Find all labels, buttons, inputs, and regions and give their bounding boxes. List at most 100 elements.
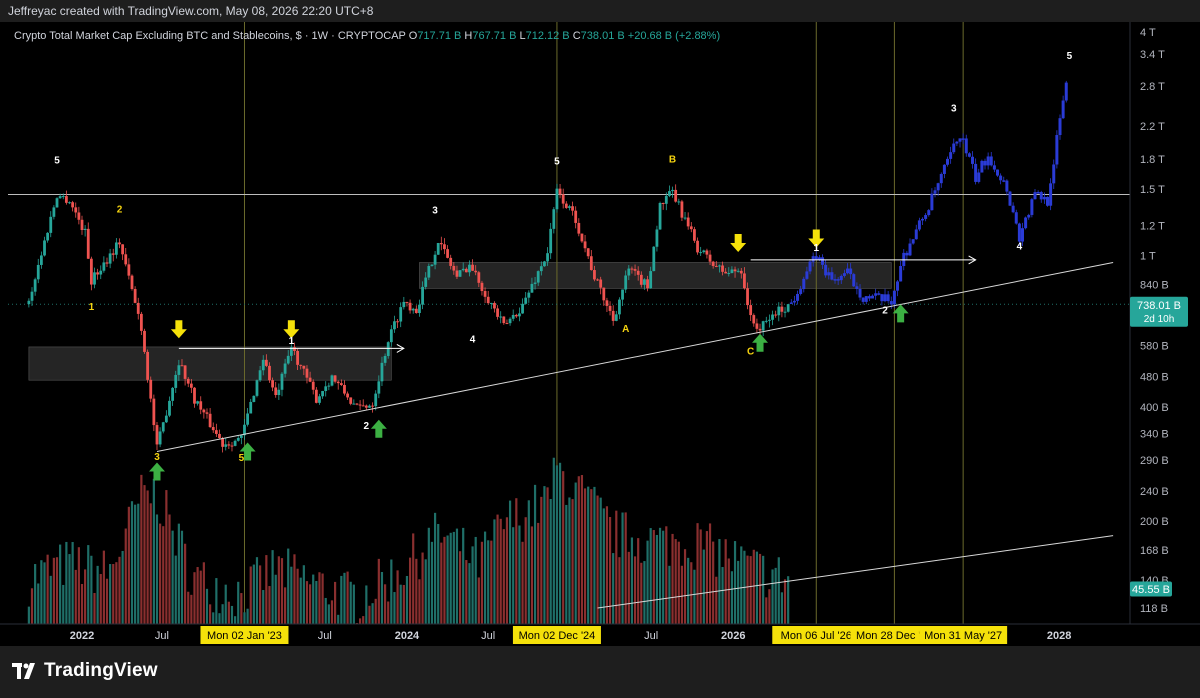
volume-bar [758, 553, 762, 624]
projection-bar [839, 275, 843, 281]
volume-bar [568, 497, 571, 624]
volume-bar [752, 549, 755, 624]
candle-body [202, 409, 206, 413]
candle-body [568, 206, 571, 208]
volume-bar [618, 557, 621, 624]
candle-body [743, 273, 746, 289]
volume-bar [690, 562, 693, 624]
volume-bar [321, 573, 324, 624]
candle-body [77, 212, 81, 220]
candle-body [711, 261, 715, 266]
candle-body [427, 265, 431, 278]
candle-body [746, 288, 749, 306]
volume-bar [327, 604, 330, 624]
tradingview-logo[interactable]: TradingView [12, 660, 158, 682]
projection-bar [842, 273, 846, 276]
candle-body [693, 229, 696, 241]
time-axis-tick-label: 2026 [721, 630, 745, 642]
volume-bar [280, 558, 284, 624]
candle-body [496, 308, 499, 317]
candle-body [577, 222, 581, 234]
candle-body [164, 415, 168, 423]
candle-body [52, 207, 56, 217]
volume-bar [368, 605, 371, 624]
symbol-title[interactable]: Crypto Total Market Cap Excluding BTC an… [14, 30, 406, 42]
candle-body [539, 266, 543, 272]
candle-body [68, 202, 71, 204]
candle-body [561, 194, 565, 204]
candle-body [236, 437, 240, 441]
price-axis-tick-label: 168 B [1140, 545, 1169, 557]
volume-bar [293, 554, 296, 624]
volume-bar [483, 531, 487, 624]
volume-bar [227, 601, 230, 624]
volume-bar [362, 616, 365, 624]
volume-bar [380, 571, 384, 624]
candle-body [583, 241, 587, 249]
chart-canvas[interactable]: 5 2 1 3 5 1 2 3 4 5 A B C 1 2 3 4 5 4 T 3.4 T 2.8 T 2.2 T 1.8 … [0, 22, 1200, 646]
candle-body [271, 380, 275, 388]
candle-body [664, 195, 668, 204]
sell-signal-arrow-icon [730, 234, 747, 253]
candle-body [443, 244, 446, 250]
candle-body [783, 311, 787, 313]
projection-bar [1005, 180, 1009, 192]
volume-bar [43, 562, 46, 624]
candle-body [158, 431, 162, 445]
projection-bar [952, 143, 956, 153]
time-axis-tick-label: 2022 [70, 630, 94, 642]
candle-body [286, 355, 290, 364]
candle-body [327, 385, 331, 387]
volume-bar [518, 525, 521, 624]
volume-bar [418, 579, 421, 624]
candle-body [436, 242, 440, 255]
projection-bar [892, 290, 896, 305]
candle-body [39, 255, 43, 265]
candle-body [705, 250, 709, 255]
time-axis-tick-label: 2028 [1047, 630, 1071, 642]
volume-bar [524, 517, 527, 624]
volume-bar [671, 533, 674, 624]
candle-body [118, 242, 121, 245]
wave-label: 2 [364, 421, 370, 432]
projection-bar [914, 229, 918, 240]
candle-body [702, 250, 706, 253]
candle-body [483, 291, 487, 297]
candle-body [74, 207, 78, 213]
volume-bar [452, 531, 455, 624]
volume-bar [265, 555, 268, 624]
candle-body [127, 264, 131, 276]
volume-bar [218, 613, 221, 624]
projection-bar [824, 264, 828, 276]
symbol-legend: Crypto Total Market Cap Excluding BTC an… [14, 30, 720, 42]
projection-bar [983, 160, 987, 166]
candle-body [555, 188, 559, 210]
projection-bar [1064, 82, 1068, 101]
volume-bar [499, 518, 502, 624]
candle-body [530, 283, 534, 293]
volume-bar [565, 504, 568, 624]
projection-bar [836, 279, 840, 281]
wave-label: 1 [89, 302, 95, 313]
candle-body [689, 226, 693, 230]
volume-bar [546, 487, 549, 624]
volume-bar [212, 612, 215, 624]
projection-bar [833, 279, 837, 281]
candle-body [721, 265, 724, 272]
candle-body [377, 381, 381, 394]
volume-bar [593, 486, 596, 624]
candle-body [389, 329, 393, 343]
volume-bar [412, 533, 415, 624]
candle-body [252, 395, 256, 402]
candle-body [646, 279, 649, 289]
volume-bar [668, 565, 671, 624]
volume-bar [471, 546, 474, 624]
price-axis-tick-label: 480 B [1140, 372, 1169, 384]
candle-body [33, 279, 37, 292]
volume-bar [765, 597, 768, 624]
candle-body [355, 403, 359, 405]
volume-bar [777, 557, 780, 624]
candle-body [621, 289, 624, 300]
volume-bar [496, 514, 499, 624]
candle-body [343, 384, 346, 394]
